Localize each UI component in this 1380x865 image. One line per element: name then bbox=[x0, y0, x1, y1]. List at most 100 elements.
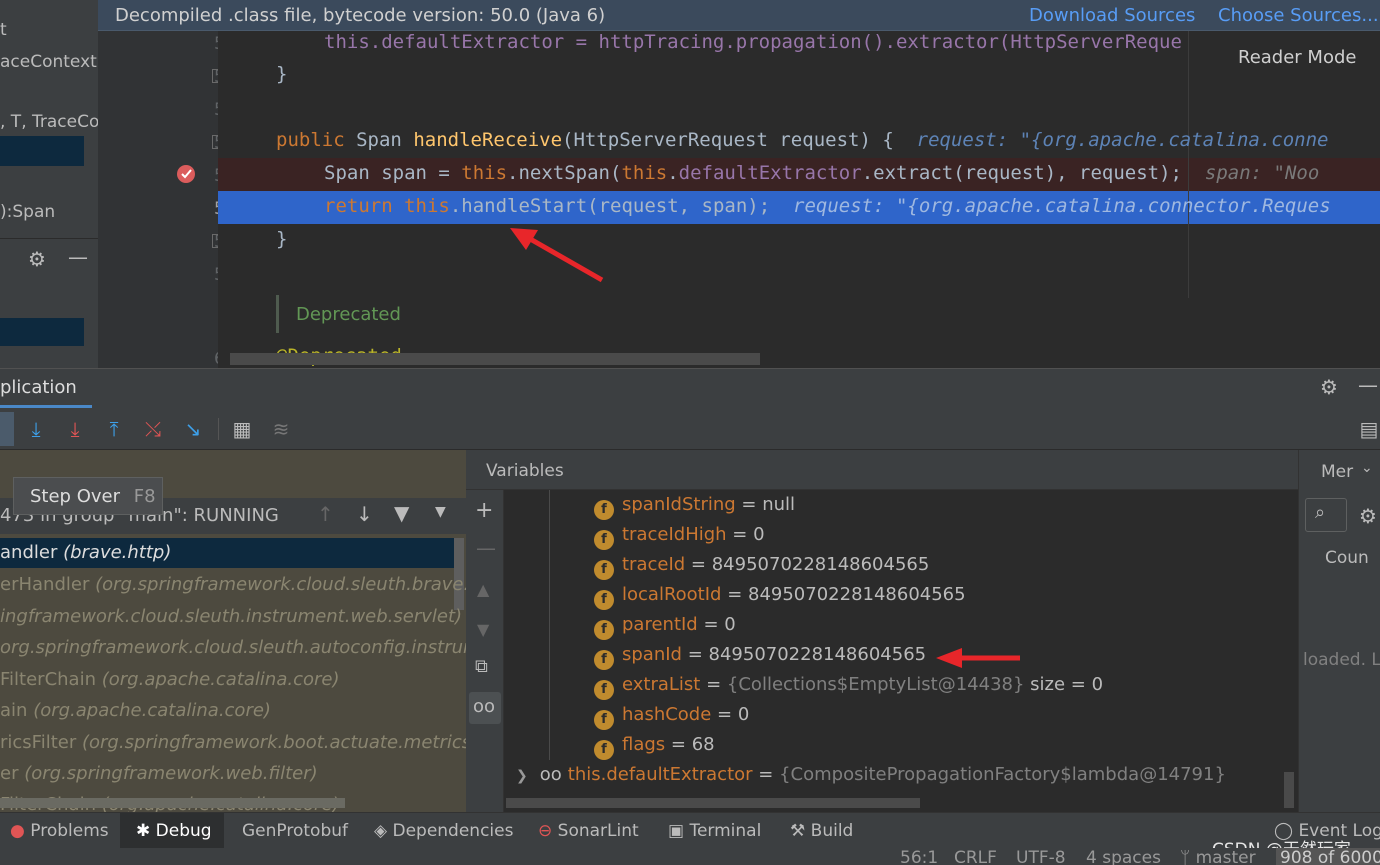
caret-position[interactable]: 56:1 bbox=[900, 848, 938, 865]
download-sources-link[interactable]: Download Sources bbox=[1029, 5, 1195, 26]
deprecated-doc: Deprecated bbox=[296, 304, 401, 325]
structure-item[interactable]: aceContext, bbox=[0, 52, 98, 72]
glasses-icon: oo bbox=[539, 764, 562, 785]
error-icon: ● bbox=[10, 821, 25, 841]
step-out-icon[interactable]: ⤒ bbox=[101, 416, 127, 442]
variable-row[interactable]: f traceIdHigh = 0 bbox=[594, 524, 765, 550]
variables-tree[interactable]: f spanIdString = null f traceIdHigh = 0 ft… bbox=[504, 490, 1298, 812]
debug-tab-bar: plication ⚙ — bbox=[0, 368, 1380, 409]
debug-toolbar: ⤓ ⤓ ⤒ ⤯ ↘ ▦ ≋ ▤ bbox=[0, 408, 1380, 450]
filter-icon[interactable]: ▼ bbox=[394, 501, 409, 525]
annotation-arrow bbox=[936, 648, 1020, 668]
arrow-down-icon[interactable]: ↓ bbox=[356, 502, 373, 526]
debug-session-tab[interactable]: plication bbox=[0, 377, 77, 398]
variable-row[interactable]: f traceId = 8495070228148604565 bbox=[594, 554, 929, 580]
indent-setting[interactable]: 4 spaces bbox=[1086, 848, 1161, 865]
variable-row[interactable]: f flags = 68 bbox=[594, 734, 715, 760]
breakpoint-icon[interactable] bbox=[176, 161, 200, 185]
minimize-icon[interactable]: — bbox=[1358, 373, 1378, 397]
structure-selection bbox=[0, 136, 84, 166]
code-line-57: } bbox=[276, 228, 288, 250]
drop-frame-icon[interactable]: ⤯ bbox=[140, 416, 166, 442]
force-step-into-icon[interactable]: ⤓ bbox=[62, 416, 88, 442]
run-to-cursor-icon[interactable]: ↘ bbox=[180, 416, 206, 442]
gear-icon[interactable]: ⚙ bbox=[1359, 504, 1377, 528]
field-icon: f bbox=[594, 740, 614, 760]
structure-panel: t aceContext, , T, TraceCo ):Span ⚙ — bbox=[0, 0, 98, 368]
layout-icon[interactable]: ▤ bbox=[1356, 416, 1380, 442]
sonarlint-icon: ⊖ bbox=[538, 821, 553, 841]
editor-gutter[interactable]: 51 52 53 54 55 56 57 58 60 bbox=[98, 31, 236, 369]
watch-row[interactable]: ❯ oo this.defaultExtractor = {CompositePro… bbox=[516, 764, 1226, 785]
frame-item[interactable]: andler (brave.http) bbox=[0, 542, 171, 563]
reader-mode-button[interactable]: Reader Mode bbox=[1230, 45, 1365, 70]
tab-sonarlint[interactable]: ⊖ SonarLint bbox=[538, 821, 639, 841]
tab-problems[interactable]: ● Problems bbox=[10, 821, 109, 841]
evaluate-expression-icon[interactable]: ▦ bbox=[229, 416, 255, 442]
code-line-54: public Span handleReceive(HttpServerRequ… bbox=[276, 129, 1329, 151]
field-icon: f bbox=[594, 590, 614, 610]
structure-item[interactable]: t bbox=[0, 20, 7, 40]
horizontal-scrollbar[interactable] bbox=[230, 353, 760, 365]
structure-item[interactable]: , T, TraceCo bbox=[0, 112, 98, 132]
variable-row[interactable]: f spanIdString = null bbox=[594, 494, 795, 520]
choose-sources-link[interactable]: Choose Sources... bbox=[1218, 5, 1379, 26]
line-ending[interactable]: CRLF bbox=[954, 848, 997, 865]
step-over-button-active[interactable] bbox=[0, 412, 14, 446]
frame-item[interactable]: org.springframework.cloud.sleuth.autocon… bbox=[0, 637, 466, 658]
status-bar: 56:1 CRLF UTF-8 4 spaces ᛘ master 908 of… bbox=[0, 848, 1380, 865]
variables-title: Variables bbox=[486, 461, 564, 481]
arrow-up-icon[interactable]: ↑ bbox=[317, 502, 334, 526]
decompiled-banner: Decompiled .class file, bytecode version… bbox=[98, 0, 1380, 31]
frame-item[interactable]: ingframework.cloud.sleuth.instrument.web… bbox=[0, 606, 462, 627]
chevron-right-icon[interactable]: ❯ bbox=[516, 768, 528, 784]
add-watch-icon[interactable]: + bbox=[475, 498, 493, 523]
tab-genprotobuf[interactable]: GenProtobuf bbox=[242, 821, 348, 841]
minimize-icon[interactable]: — bbox=[68, 245, 88, 269]
code-editor[interactable]: this.defaultExtractor = httpTracing.prop… bbox=[218, 31, 1380, 368]
frames-h-scrollbar[interactable] bbox=[0, 798, 345, 808]
memory-indicator[interactable]: 908 of 6000 bbox=[1276, 848, 1380, 865]
memory-column-header[interactable]: Coun bbox=[1325, 548, 1369, 568]
variable-row[interactable]: f hashCode = 0 bbox=[594, 704, 749, 730]
variable-row[interactable]: f localRootId = 8495070228148604565 bbox=[594, 584, 966, 610]
trace-icon[interactable]: ≋ bbox=[268, 416, 294, 442]
field-icon: f bbox=[594, 530, 614, 550]
step-into-icon[interactable]: ⤓ bbox=[23, 416, 49, 442]
tab-build[interactable]: ⚒ Build bbox=[790, 821, 853, 841]
variable-row[interactable]: f extraList = {Collections$EmptyList@1443… bbox=[594, 674, 1103, 700]
doc-comment-bar bbox=[276, 295, 279, 333]
terminal-icon: ▣ bbox=[668, 821, 685, 841]
frame-item[interactable]: ain (org.apache.catalina.core) bbox=[0, 700, 271, 721]
tree-guide bbox=[549, 490, 550, 760]
search-icon: ⌕ bbox=[1315, 502, 1326, 523]
chevron-down-icon[interactable]: ▼ bbox=[435, 504, 446, 520]
variable-row[interactable]: f spanId = 8495070228148604565 bbox=[594, 644, 926, 670]
memory-tab[interactable]: Mer bbox=[1321, 462, 1353, 482]
gear-icon[interactable]: ⚙ bbox=[1320, 375, 1338, 399]
move-up-icon[interactable]: ▲ bbox=[477, 580, 489, 599]
field-icon: f bbox=[594, 560, 614, 580]
tab-terminal[interactable]: ▣ Terminal bbox=[668, 821, 761, 841]
move-down-icon[interactable]: ▼ bbox=[477, 620, 489, 639]
tab-dependencies[interactable]: ◈ Dependencies bbox=[374, 821, 513, 841]
copy-icon[interactable]: ⧉ bbox=[475, 656, 488, 677]
frame-item[interactable]: er (org.springframework.web.filter) bbox=[0, 763, 318, 784]
git-branch[interactable]: ᛘ master bbox=[1180, 848, 1256, 865]
variables-h-scrollbar[interactable] bbox=[506, 798, 920, 808]
chevron-down-icon[interactable]: ⌄ bbox=[1361, 460, 1373, 476]
variables-v-scrollbar[interactable] bbox=[1284, 772, 1294, 808]
field-icon: f bbox=[594, 620, 614, 640]
hammer-icon: ⚒ bbox=[790, 821, 806, 841]
variables-header: Variables bbox=[466, 450, 1298, 490]
tab-debug[interactable]: ✱ Debug bbox=[136, 821, 212, 841]
memory-search-box[interactable] bbox=[1305, 498, 1347, 532]
frame-item[interactable]: ricsFilter (org.springframework.boot.act… bbox=[0, 732, 466, 753]
remove-watch-icon[interactable]: — bbox=[476, 536, 496, 560]
structure-item[interactable]: ):Span bbox=[0, 202, 55, 222]
frame-item[interactable]: erHandler (org.springframework.cloud.sle… bbox=[0, 574, 466, 595]
file-encoding[interactable]: UTF-8 bbox=[1016, 848, 1066, 865]
frame-item[interactable]: FilterChain (org.apache.catalina.core) bbox=[0, 669, 340, 690]
gear-icon[interactable]: ⚙ bbox=[28, 247, 46, 271]
variable-row[interactable]: f parentId = 0 bbox=[594, 614, 736, 640]
